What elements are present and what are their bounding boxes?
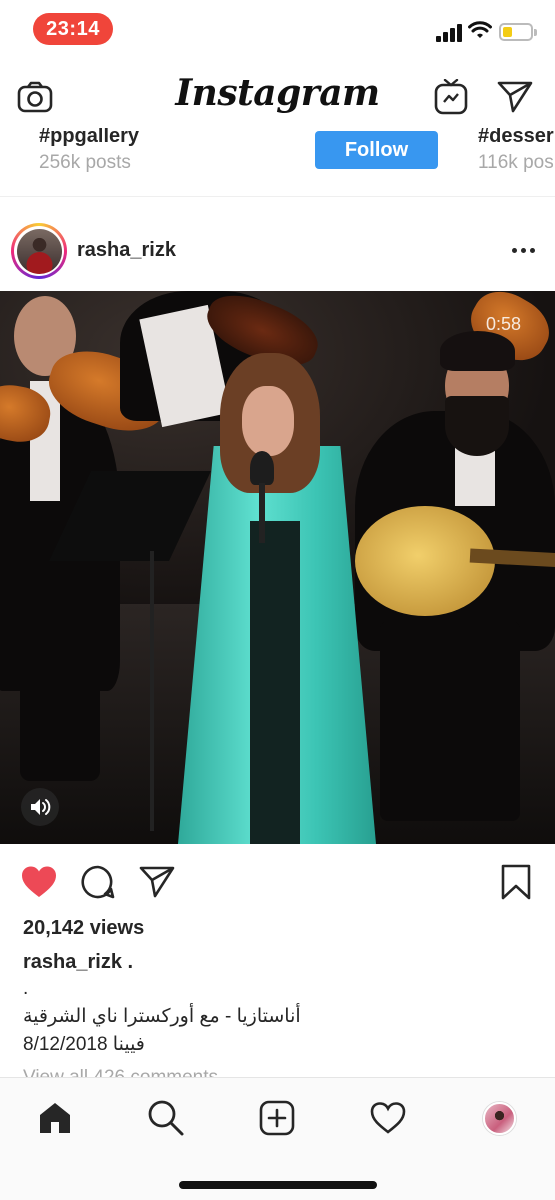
post-actions <box>0 856 555 906</box>
story-ring[interactable] <box>11 223 67 279</box>
instagram-logo: Instagram <box>175 72 380 114</box>
post-username[interactable]: rasha_rizk <box>77 239 176 262</box>
view-count[interactable]: 20,142 views <box>23 917 144 940</box>
share-icon[interactable] <box>137 862 177 902</box>
status-time[interactable]: 23:14 <box>33 13 113 45</box>
hashtag-card[interactable]: #ppgallery 256k posts <box>39 128 139 174</box>
home-icon[interactable] <box>33 1096 77 1140</box>
hashtag-card[interactable]: #desser 116k pos <box>478 128 554 174</box>
avatar[interactable] <box>16 228 62 274</box>
add-post-icon[interactable] <box>255 1096 299 1140</box>
caption-line: . <box>23 978 29 999</box>
battery-icon <box>499 23 537 41</box>
divider <box>0 196 555 197</box>
hashtag-name[interactable]: #desser <box>478 128 554 148</box>
hashtag-post-count: 116k pos <box>478 152 554 173</box>
home-indicator <box>179 1181 377 1189</box>
status-bar: 23:14 <box>0 0 555 60</box>
suggested-hashtags: #ppgallery 256k posts Follow #desser 116… <box>0 128 555 188</box>
more-options-icon[interactable] <box>508 240 538 260</box>
follow-button[interactable]: Follow <box>315 131 438 169</box>
comment-icon[interactable] <box>78 862 118 902</box>
app-header: Instagram <box>0 60 555 132</box>
avatar[interactable] <box>482 1101 516 1135</box>
post-video[interactable]: 0:58 <box>0 291 555 844</box>
wifi-icon <box>468 20 492 40</box>
igtv-icon[interactable] <box>432 78 470 116</box>
send-icon[interactable] <box>496 78 534 116</box>
search-icon[interactable] <box>144 1096 188 1140</box>
hashtag-post-count: 256k posts <box>39 152 131 173</box>
save-bookmark-icon[interactable] <box>496 862 536 902</box>
post-header: rasha_rizk <box>0 210 555 290</box>
caption-line: أناستازيا - مع أوركسترا ناي الشرقية <box>23 1006 301 1027</box>
video-timer: 0:58 <box>486 314 522 334</box>
volume-icon[interactable] <box>21 788 59 826</box>
hashtag-name[interactable]: #ppgallery <box>39 128 139 148</box>
caption-username[interactable]: rasha_rizk . <box>23 951 133 974</box>
like-heart-icon[interactable] <box>19 862 59 902</box>
caption-line: فيينا 8/12/2018 <box>23 1034 145 1055</box>
activity-heart-icon[interactable] <box>366 1096 410 1140</box>
cellular-signal-icon <box>436 22 464 42</box>
profile-tab[interactable] <box>477 1096 521 1140</box>
